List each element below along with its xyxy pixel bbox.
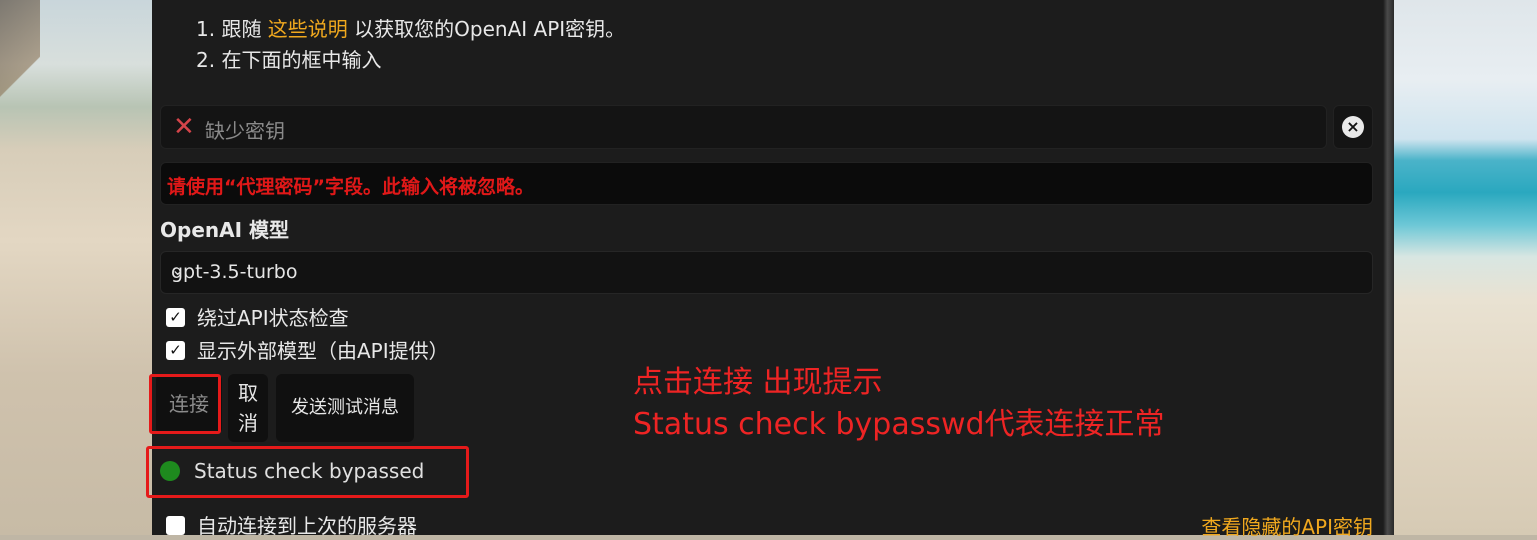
instructions: 1. 跟随 这些说明 以获取您的OpenAI API密钥。 2. 在下面的框中输… (196, 14, 625, 76)
send-test-message-button[interactable]: 发送测试消息 (276, 374, 414, 442)
checkbox-unchecked-icon[interactable] (166, 516, 185, 535)
instructions-link[interactable]: 这些说明 (268, 17, 348, 41)
connect-highlight-box (149, 374, 221, 434)
close-circle-icon: × (1342, 116, 1364, 138)
api-key-status-text: 缺少密钥 (205, 119, 285, 143)
background-right (1394, 0, 1537, 535)
annotation-text: 点击连接 出现提示 Status check bypasswd代表连接正常 (633, 362, 1165, 446)
checkbox-label: 自动连接到上次的服务器 (197, 514, 417, 538)
checkbox-label: 绕过API状态检查 (197, 306, 349, 330)
status-highlight-box (146, 446, 469, 498)
warning-text: 请使用“代理密码”字段。此输入将被忽略。 (167, 176, 534, 198)
cancel-label-line1: 取 (238, 381, 258, 405)
bypass-status-check-checkbox[interactable]: ✓ 绕过API状态检查 (166, 302, 349, 331)
instruction-step-1: 1. 跟随 这些说明 以获取您的OpenAI API密钥。 (196, 14, 625, 45)
cancel-label-line2: 消 (238, 411, 258, 435)
api-connection-panel: 1. 跟随 这些说明 以获取您的OpenAI API密钥。 2. 在下面的框中输… (146, 0, 1383, 539)
clear-key-button[interactable]: × (1333, 105, 1373, 149)
instruction-step-2: 2. 在下面的框中输入 (196, 48, 382, 72)
background-left (0, 0, 152, 535)
checkbox-label: 显示外部模型（由API提供） (197, 339, 449, 363)
view-hidden-api-keys-link[interactable]: 查看隐藏的API密钥 (1201, 511, 1373, 540)
panel-scrollbar[interactable] (1383, 0, 1394, 535)
model-select[interactable]: gpt-3.5-turbo ⌄ (160, 251, 1373, 294)
api-key-field[interactable]: ✕ 缺少密钥 (160, 105, 1327, 149)
model-label: OpenAI 模型 (160, 218, 290, 242)
show-external-models-checkbox[interactable]: ✓ 显示外部模型（由API提供） (166, 335, 449, 364)
checkbox-checked-icon[interactable]: ✓ (166, 341, 185, 360)
annotation-line-2: Status check bypasswd代表连接正常 (633, 407, 1165, 442)
missing-key-icon: ✕ (173, 112, 195, 142)
palm-tree-image (0, 0, 40, 120)
checkbox-checked-icon[interactable]: ✓ (166, 308, 185, 327)
step1-suffix: 以获取您的OpenAI API密钥。 (347, 17, 626, 41)
cancel-button[interactable]: 取 消 (228, 374, 268, 442)
warning-box: 请使用“代理密码”字段。此输入将被忽略。 (160, 162, 1373, 205)
annotation-line-1: 点击连接 出现提示 (633, 365, 883, 400)
chevron-down-icon: ⌄ (171, 260, 185, 279)
step1-prefix: 1. 跟随 (196, 17, 268, 41)
